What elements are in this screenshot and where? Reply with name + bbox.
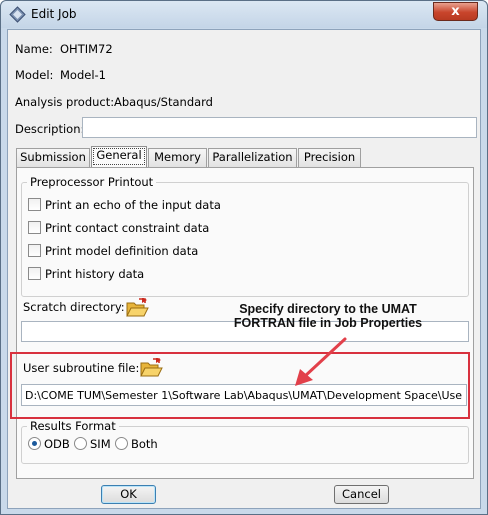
contact-constraint-checkbox[interactable] <box>28 221 41 234</box>
edit-job-window: Edit Job x Name: OHTIM72 Model: Model-1 … <box>0 0 488 515</box>
tab-parallelization[interactable]: Parallelization <box>208 148 297 167</box>
model-definition-label: Print model definition data <box>45 244 199 258</box>
history-data-label: Print history data <box>45 267 145 281</box>
window-title: Edit Job <box>31 7 77 21</box>
annotation-line-1: Specify directory to the UMAT <box>239 302 417 316</box>
cancel-button[interactable]: Cancel <box>334 485 389 504</box>
description-input[interactable] <box>82 117 477 138</box>
echo-input-label: Print an echo of the input data <box>45 198 221 212</box>
tab-submission[interactable]: Submission <box>16 148 90 167</box>
tab-precision[interactable]: Precision <box>298 148 361 167</box>
annotation-arrow-icon <box>295 337 347 386</box>
model-label: Model: <box>15 68 54 82</box>
annotation-highlight-box <box>10 352 470 419</box>
both-label: Both <box>131 437 158 451</box>
annotation-callout: Specify directory to the UMAT FORTRAN fi… <box>217 302 439 330</box>
tab-memory[interactable]: Memory <box>148 148 207 167</box>
history-data-checkbox[interactable] <box>28 267 41 280</box>
name-label: Name: <box>15 42 53 56</box>
sim-radio[interactable] <box>74 437 87 450</box>
echo-input-checkbox[interactable] <box>28 198 41 211</box>
analysis-product-value: Abaqus/Standard <box>114 95 213 109</box>
close-button[interactable]: x <box>433 2 478 21</box>
contact-constraint-label: Print contact constraint data <box>45 221 210 235</box>
odb-radio[interactable] <box>28 437 41 450</box>
model-definition-checkbox[interactable] <box>28 244 41 257</box>
both-radio[interactable] <box>115 437 128 450</box>
results-format-title: Results Format <box>27 419 119 433</box>
ok-button[interactable]: OK <box>101 485 156 504</box>
abaqus-app-icon <box>9 6 26 23</box>
name-value: OHTIM72 <box>60 42 113 56</box>
analysis-product-label: Analysis product: <box>15 95 115 109</box>
description-label: Description: <box>15 122 85 136</box>
dialog-body: Name: OHTIM72 Model: Model-1 Analysis pr… <box>7 29 481 509</box>
close-icon: x <box>451 4 460 19</box>
model-value: Model-1 <box>60 68 106 82</box>
title-bar[interactable]: Edit Job x <box>1 1 487 28</box>
scratch-directory-label: Scratch directory: <box>23 300 125 314</box>
radio-selected-dot <box>32 441 37 446</box>
annotation-line-2: FORTRAN file in Job Properties <box>233 316 423 330</box>
sim-label: SIM <box>90 437 111 451</box>
preprocessor-printout-title: Preprocessor Printout <box>27 175 157 189</box>
folder-open-icon[interactable] <box>125 298 149 318</box>
odb-label: ODB <box>44 437 70 451</box>
tab-general[interactable]: General <box>91 146 147 167</box>
